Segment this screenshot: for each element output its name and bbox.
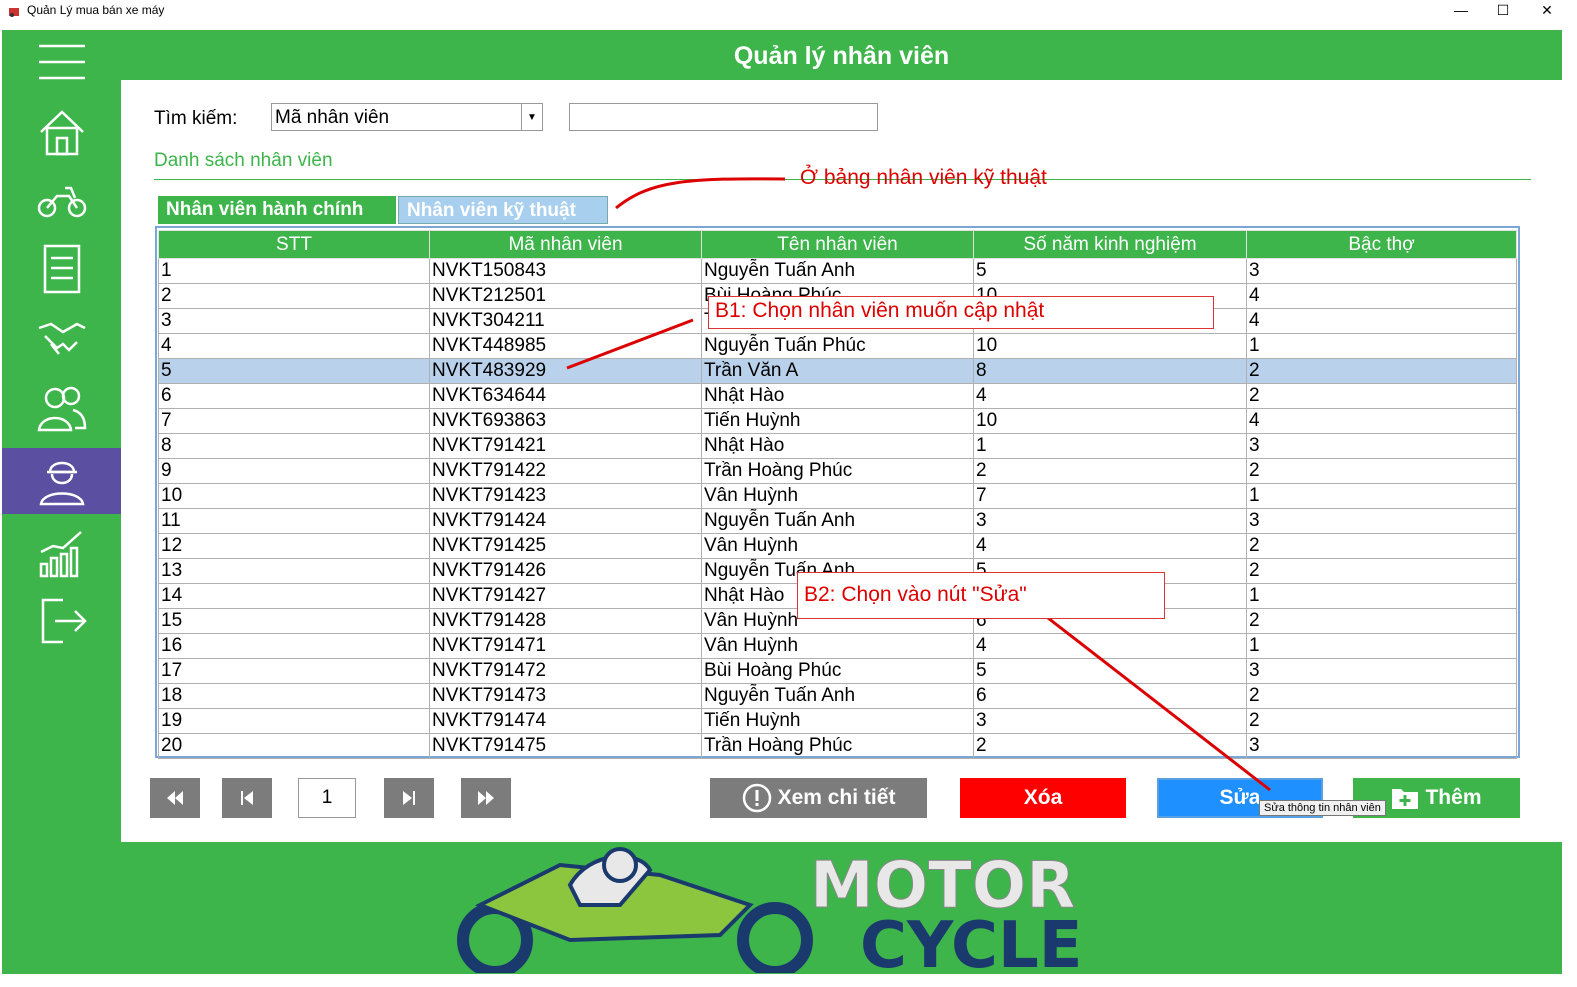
annotation-tab-note: Ở bảng nhân viên kỹ thuật xyxy=(800,166,1047,189)
arrow-tab-note xyxy=(615,177,786,210)
motorcycle-logo: MOTOR CYCLE xyxy=(457,847,1083,973)
annotation-arrows xyxy=(566,177,1271,792)
annotation-step2: B2: Chọn vào nút "Sửa" xyxy=(797,572,1165,619)
arrow-step1 xyxy=(566,318,694,370)
arrow-step2 xyxy=(1047,616,1271,792)
annotation-step1: B1: Chọn nhân viên muốn cập nhật xyxy=(708,296,1214,329)
logo-line2: CYCLE xyxy=(860,909,1083,973)
